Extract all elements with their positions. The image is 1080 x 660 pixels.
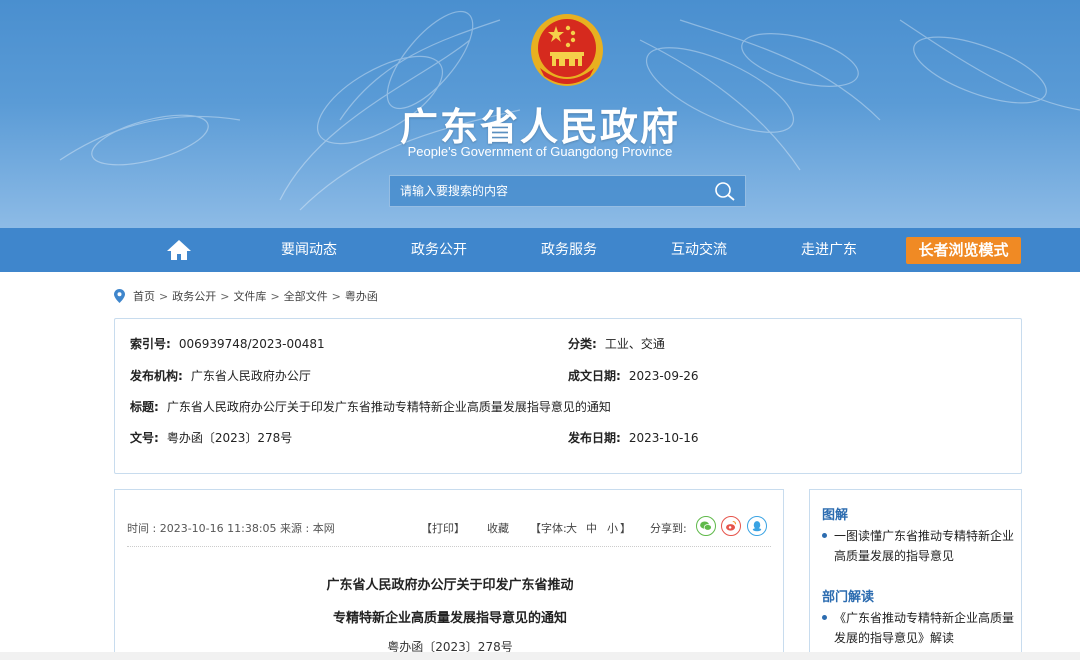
search-bar: [389, 175, 746, 207]
article-time: 时间 : 2023-10-16 11:38:05: [127, 522, 277, 535]
breadcrumb-all-files[interactable]: 全部文件: [284, 288, 328, 304]
info-category: 分类: 工业、交通: [568, 335, 665, 352]
info-value: 006939748/2023-00481: [178, 337, 325, 351]
info-doc-no: 文号: 粤办函〔2023〕278号: [130, 429, 292, 446]
info-value: 2023-10-16: [628, 431, 699, 445]
elder-mode-button[interactable]: 长者浏览模式: [906, 237, 1021, 264]
font-large-button[interactable]: 大: [566, 520, 577, 536]
sidebar-item-infographic[interactable]: 一图读懂广东省推动专精特新企业高质量发展的指导意见: [822, 526, 1014, 566]
info-label: 分类:: [568, 337, 597, 351]
nav-item-gov-affairs[interactable]: 政务公开: [411, 228, 467, 272]
breadcrumb-file-library[interactable]: 文件库: [233, 288, 266, 304]
document-info-box: 索引号: 006939748/2023-00481 分类: 工业、交通 发布机构: 广…: [114, 318, 1022, 474]
national-emblem-icon: [531, 14, 603, 86]
info-label: 成文日期:: [568, 369, 621, 383]
qq-icon[interactable]: [747, 516, 767, 536]
wechat-icon[interactable]: [696, 516, 716, 536]
nav-item-services[interactable]: 政务服务: [541, 228, 597, 272]
article-source: 来源 : 本网: [280, 522, 335, 535]
article-divider: [127, 546, 771, 547]
nav-item-news[interactable]: 要闻动态: [281, 228, 337, 272]
info-label: 发布日期:: [568, 431, 621, 445]
weibo-icon[interactable]: [721, 516, 741, 536]
info-value: 广东省人民政府办公厅关于印发广东省推动专精特新企业高质量发展指导意见的通知: [166, 400, 611, 414]
share-label: 分享到:: [650, 522, 687, 535]
breadcrumb-separator: >: [270, 289, 280, 303]
breadcrumb-separator: >: [331, 289, 341, 303]
info-label: 文号:: [130, 431, 159, 445]
nav-item-interaction[interactable]: 互动交流: [671, 228, 727, 272]
breadcrumb-home[interactable]: 首页: [133, 288, 155, 304]
search-input[interactable]: [390, 176, 705, 206]
info-index-no: 索引号: 006939748/2023-00481: [130, 335, 325, 352]
info-value: 工业、交通: [604, 337, 665, 351]
info-value: 广东省人民政府办公厅: [190, 369, 311, 383]
info-publish-date: 发布日期: 2023-10-16: [568, 429, 699, 446]
article-panel: 时间 : 2023-10-16 11:38:05 来源 : 本网 【打印】 收藏…: [114, 489, 784, 660]
site-subtitle: People's Government of Guangdong Provinc…: [407, 144, 673, 159]
info-label: 标题:: [130, 400, 159, 414]
header-banner: 广东省人民政府 People's Government of Guangdong…: [0, 0, 1080, 228]
sidebar: 图解 一图读懂广东省推动专精特新企业高质量发展的指导意见 部门解读 《广东省推动…: [809, 489, 1022, 660]
info-value: 粤办函〔2023〕278号: [166, 431, 293, 445]
article-title-line-2: 专精特新企业高质量发展指导意见的通知: [332, 611, 567, 626]
font-size-close: 】: [620, 522, 631, 535]
breadcrumb-gov-affairs[interactable]: 政务公开: [172, 288, 216, 304]
nav-item-about[interactable]: 走进广东: [801, 228, 857, 272]
search-icon[interactable]: [713, 180, 737, 202]
print-button[interactable]: 【打印】: [421, 520, 465, 536]
home-icon[interactable]: [166, 238, 192, 262]
breadcrumb: 首页 > 政务公开 > 文件库 > 全部文件 > 粤办函: [114, 287, 378, 305]
info-publisher: 发布机构: 广东省人民政府办公厅: [130, 367, 311, 384]
sidebar-heading-interpretation: 部门解读: [822, 590, 875, 605]
site-title: 广东省人民政府: [399, 105, 680, 149]
info-label: 索引号:: [130, 337, 171, 351]
font-size-label: 【字体:: [530, 522, 567, 535]
breadcrumb-yue-ban-han[interactable]: 粤办函: [345, 288, 378, 304]
article-title-line-1: 广东省人民政府办公厅关于印发广东省推动: [326, 578, 574, 593]
info-label: 发布机构:: [130, 369, 183, 383]
font-medium-button[interactable]: 中: [586, 520, 597, 536]
sidebar-item-interpretation[interactable]: 《广东省推动专精特新企业高质量发展的指导意见》解读: [822, 608, 1014, 648]
font-small-button[interactable]: 小: [607, 520, 618, 536]
favorite-button[interactable]: 收藏: [487, 520, 509, 536]
info-title: 标题: 广东省人民政府办公厅关于印发广东省推动专精特新企业高质量发展指导意见的通知: [130, 398, 611, 415]
location-pin-icon: [114, 289, 125, 303]
info-written-date: 成文日期: 2023-09-26: [568, 367, 699, 384]
breadcrumb-separator: >: [159, 289, 169, 303]
breadcrumb-separator: >: [220, 289, 230, 303]
info-value: 2023-09-26: [628, 369, 699, 383]
sidebar-heading-infographic: 图解: [822, 508, 849, 523]
horizontal-scrollbar[interactable]: [0, 652, 1080, 660]
